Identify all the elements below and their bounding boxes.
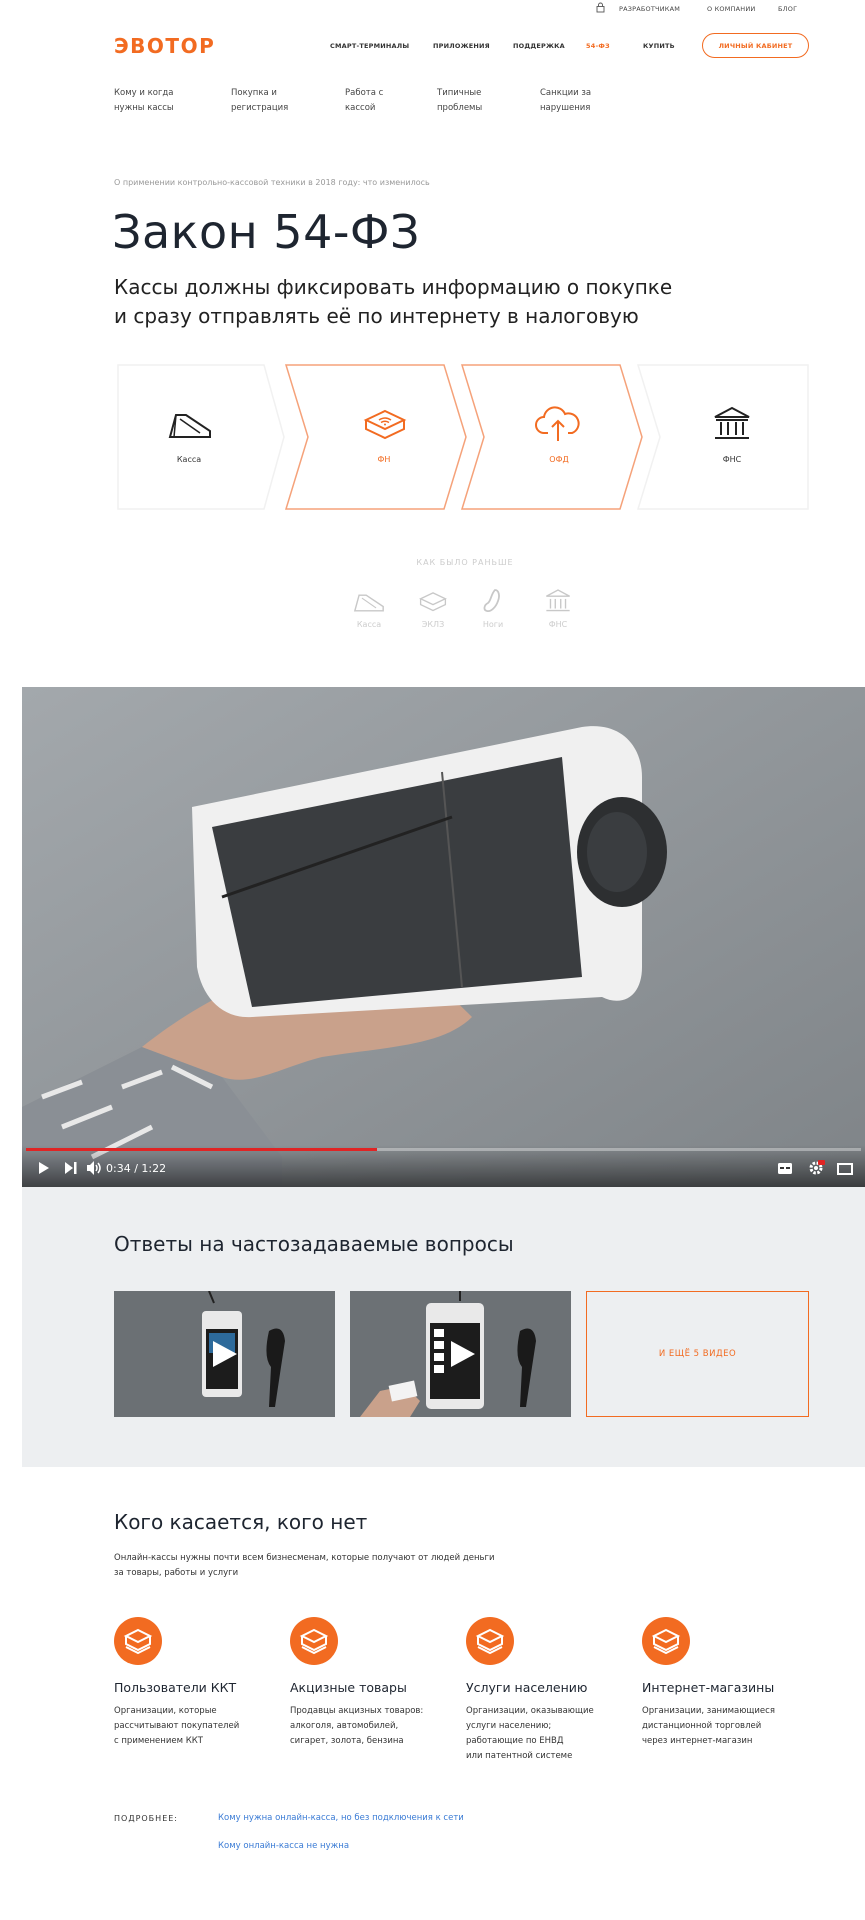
category-title: Пользователи ККТ bbox=[114, 1680, 237, 1695]
category-title: Интернет-магазины bbox=[642, 1680, 775, 1695]
settings-icon[interactable] bbox=[807, 1160, 825, 1176]
breadcrumb: О применении контрольно-кассовой техники… bbox=[114, 178, 430, 187]
flow-label-ofd: ОФД bbox=[549, 455, 569, 464]
excise-goods-icon bbox=[290, 1617, 338, 1665]
before-label-eklz: ЭКЛЗ bbox=[421, 620, 445, 629]
about-link[interactable]: О КОМПАНИИ bbox=[707, 5, 755, 13]
page-subtitle: Кассы должны фиксировать информацию о по… bbox=[114, 273, 714, 331]
tax-office-icon bbox=[714, 406, 750, 439]
lock-icon bbox=[596, 2, 605, 13]
desc-line: алкоголя, автомобилей, bbox=[290, 1721, 399, 1731]
faq-video-thumb-2[interactable] bbox=[350, 1291, 571, 1417]
utility-bar: РАЗРАБОТЧИКАМ О КОМПАНИИ БЛОГ bbox=[0, 0, 865, 18]
flow-label-kassa: Касса bbox=[176, 455, 202, 464]
before-label-legs: Ноги bbox=[482, 620, 504, 629]
flow-label-fns: ФНС bbox=[722, 455, 742, 464]
faq-title: Ответы на частозадаваемые вопросы bbox=[114, 1232, 514, 1256]
cloud-upload-icon bbox=[535, 406, 580, 441]
faq-video-thumb-1[interactable] bbox=[114, 1291, 335, 1417]
desc-line: услуги населению; bbox=[466, 1721, 552, 1731]
before-label-fns: ФНС bbox=[548, 620, 568, 629]
category-description: Организации, которые рассчитывают покупа… bbox=[114, 1704, 279, 1749]
video-controls: 0:34 / 1:22 bbox=[22, 1145, 865, 1187]
nav-support[interactable]: ПОДДЕРЖКА bbox=[513, 42, 565, 50]
desc-line: работающие по ЕНВД bbox=[466, 1736, 564, 1746]
category-description: Организации, оказывающие услуги населени… bbox=[466, 1704, 631, 1764]
before-title: КАК БЫЛО РАНЬШЕ bbox=[416, 558, 514, 567]
flow-diagram: Касса ФН ОФД ФНС bbox=[114, 363, 810, 511]
subnav-who-needs[interactable]: Кому и когда нужны кассы bbox=[114, 86, 194, 116]
video-player[interactable]: 0:34 / 1:22 bbox=[22, 687, 865, 1187]
subnav-sanctions[interactable]: Санкции за нарушения bbox=[540, 86, 610, 116]
category-title: Услуги населению bbox=[466, 1680, 588, 1695]
video-time: 0:34 / 1:22 bbox=[106, 1162, 167, 1175]
desc-line: Организации, занимающиеся bbox=[642, 1706, 775, 1716]
who-description: Онлайн-кассы нужны почти всем бизнесмена… bbox=[114, 1551, 574, 1581]
desc-line: Организации, оказывающие bbox=[466, 1706, 594, 1716]
desc-line: дистанционной торговлей bbox=[642, 1721, 762, 1731]
who-title: Кого касается, кого нет bbox=[114, 1510, 368, 1534]
foot-icon bbox=[483, 589, 500, 613]
link-no-kassa[interactable]: Кому онлайн-касса не нужна bbox=[218, 1841, 349, 1851]
desc-line: Продавцы акцизных товаров: bbox=[290, 1706, 424, 1716]
subtitle-line: и сразу отправлять её по интернету в нал… bbox=[114, 304, 639, 328]
nav-54fz[interactable]: 54-ФЗ bbox=[586, 42, 610, 50]
nav-smart-terminals[interactable]: СМАРТ-ТЕРМИНАЛЫ bbox=[330, 42, 409, 50]
play-icon[interactable] bbox=[209, 1339, 239, 1369]
old-tax-office-icon bbox=[546, 589, 570, 612]
desc-line: Организации, которые bbox=[114, 1706, 217, 1716]
cash-register-icon bbox=[168, 414, 211, 438]
category-description: Организации, занимающиеся дистанционной … bbox=[642, 1704, 807, 1749]
video-progress-track[interactable] bbox=[26, 1148, 861, 1151]
video-frame-illustration bbox=[22, 687, 865, 1187]
page-title: Закон 54-ФЗ bbox=[112, 205, 421, 259]
online-stores-icon bbox=[642, 1617, 690, 1665]
fiscal-drive-icon bbox=[363, 409, 407, 440]
link-offline-kassa[interactable]: Кому нужна онлайн-касса, но без подключе… bbox=[218, 1813, 464, 1823]
kkt-users-icon bbox=[114, 1617, 162, 1665]
desc-line: или патентной системе bbox=[466, 1751, 573, 1761]
subnav-work[interactable]: Работа с кассой bbox=[345, 86, 405, 116]
old-cash-register-icon bbox=[353, 594, 384, 612]
volume-icon[interactable] bbox=[86, 1160, 102, 1176]
who-desc-line: за товары, работы и услуги bbox=[114, 1568, 239, 1578]
subtitles-icon[interactable] bbox=[777, 1162, 793, 1175]
play-icon[interactable] bbox=[447, 1339, 477, 1369]
blog-link[interactable]: БЛОГ bbox=[778, 5, 797, 13]
theater-mode-icon[interactable] bbox=[837, 1163, 853, 1175]
flow-label-fn: ФН bbox=[377, 455, 391, 464]
desc-line: рассчитывают покупателей bbox=[114, 1721, 240, 1731]
category-description: Продавцы акцизных товаров: алкоголя, авт… bbox=[290, 1704, 455, 1749]
subtitle-line: Кассы должны фиксировать информацию о по… bbox=[114, 275, 673, 299]
nav-buy[interactable]: КУПИТЬ bbox=[643, 42, 675, 50]
who-desc-line: Онлайн-кассы нужны почти всем бизнесмена… bbox=[114, 1553, 495, 1563]
evotor-logo[interactable]: ЭВОТОР bbox=[114, 34, 215, 58]
flow-shapes bbox=[117, 364, 809, 510]
subnav-purchase[interactable]: Покупка и регистрация bbox=[231, 86, 301, 116]
personal-cabinet-button[interactable]: ЛИЧНЫЙ КАБИНЕТ bbox=[702, 33, 809, 58]
nav-apps[interactable]: ПРИЛОЖЕНИЯ bbox=[433, 42, 490, 50]
next-icon[interactable] bbox=[64, 1161, 78, 1175]
eklz-icon bbox=[419, 592, 447, 612]
desc-line: через интернет-магазин bbox=[642, 1736, 753, 1746]
video-progress-fill bbox=[26, 1148, 377, 1151]
desc-line: сигарет, золота, бензина bbox=[290, 1736, 404, 1746]
more-videos-button[interactable]: И ЕЩЁ 5 ВИДЕО bbox=[586, 1291, 809, 1417]
before-label-kassa: Касса bbox=[356, 620, 382, 629]
desc-line: с применением ККТ bbox=[114, 1736, 203, 1746]
public-services-icon bbox=[466, 1617, 514, 1665]
developers-link[interactable]: РАЗРАБОТЧИКАМ bbox=[619, 5, 680, 13]
category-title: Акцизные товары bbox=[290, 1680, 407, 1695]
subnav-problems[interactable]: Типичные проблемы bbox=[437, 86, 502, 116]
more-label: ПОДРОБНЕЕ: bbox=[114, 1814, 178, 1823]
play-icon[interactable] bbox=[38, 1161, 50, 1175]
